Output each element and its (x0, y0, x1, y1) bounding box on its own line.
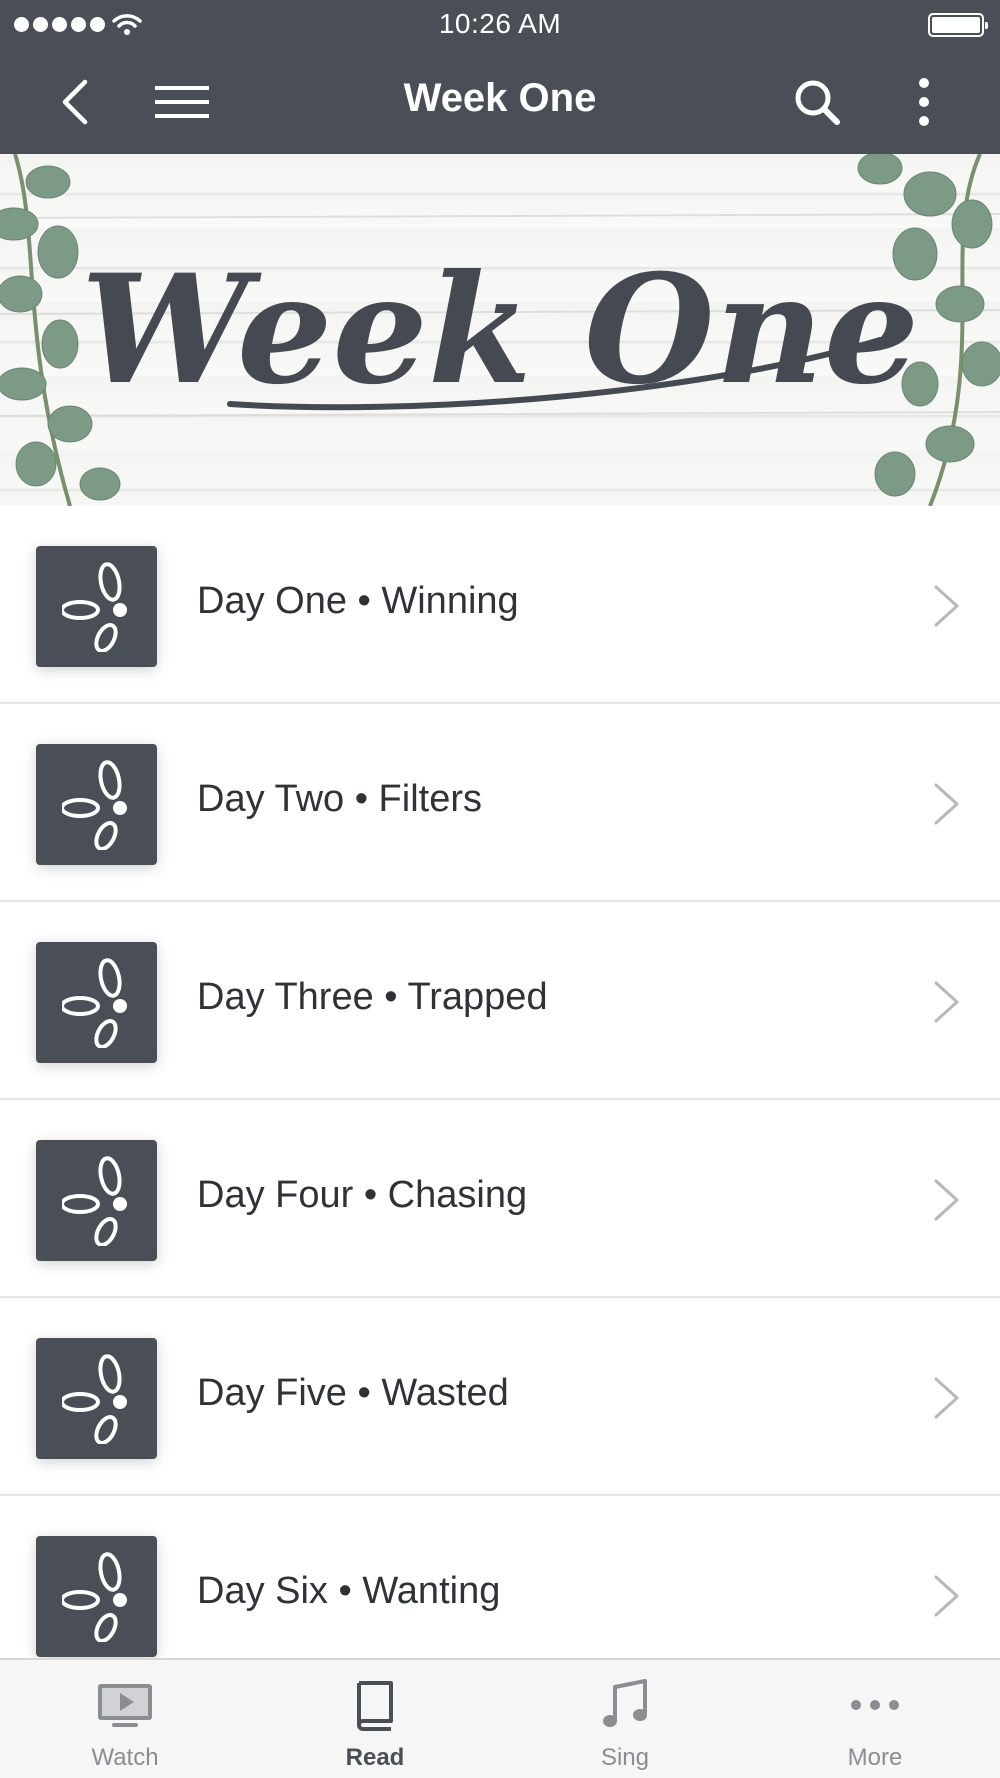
week-banner-image: Week One (0, 154, 1000, 506)
tab-bar: Watch Read Sing More (0, 1658, 1000, 1778)
chevron-left-icon (62, 79, 88, 125)
tab-label: Watch (91, 1744, 159, 1771)
tab-label: More (847, 1744, 903, 1771)
battery-icon (928, 13, 988, 37)
navigation-bar: Week One (0, 50, 1000, 154)
chevron-right-icon (934, 981, 959, 1023)
plan-logo-icon (36, 744, 157, 865)
list-item-label: Day Five • Wasted (197, 1372, 509, 1414)
plan-logo-icon (36, 1338, 157, 1459)
list-item[interactable]: Day Four • Chasing (0, 1100, 1000, 1298)
tv-play-icon (98, 1684, 152, 1727)
list-item-label: Day One • Winning (197, 580, 519, 622)
list-item[interactable]: Day Five • Wasted (0, 1298, 1000, 1496)
hamburger-menu-icon (155, 86, 209, 118)
tab-more[interactable]: More (750, 1660, 1000, 1778)
more-horizontal-icon (851, 1700, 899, 1710)
plan-logo-icon (36, 1140, 157, 1261)
back-button[interactable] (44, 72, 104, 132)
tab-label: Sing (600, 1744, 650, 1771)
more-options-button[interactable] (894, 72, 954, 132)
chevron-right-icon (934, 1575, 959, 1617)
plan-logo-icon (36, 1536, 157, 1657)
chevron-right-icon (934, 585, 959, 627)
tab-read[interactable]: Read (250, 1660, 500, 1778)
list-item-label: Day Four • Chasing (197, 1174, 528, 1216)
list-item[interactable]: Day One • Winning (0, 506, 1000, 704)
tab-sing[interactable]: Sing (500, 1660, 750, 1778)
list-item-label: Day Three • Trapped (197, 976, 548, 1018)
more-vertical-icon (919, 78, 929, 126)
list-item[interactable]: Day Three • Trapped (0, 902, 1000, 1100)
chevron-right-icon (934, 783, 959, 825)
tab-watch[interactable]: Watch (0, 1660, 250, 1778)
search-icon (795, 80, 840, 125)
chevron-right-icon (934, 1179, 959, 1221)
tab-label: Read (345, 1744, 405, 1771)
banner-title: Week One (81, 242, 919, 418)
chevron-right-icon (934, 1377, 959, 1419)
music-note-icon (603, 1679, 647, 1727)
status-time: 10:26 AM (438, 8, 562, 39)
search-button[interactable] (787, 72, 847, 132)
list-item-label: Day Two • Filters (197, 778, 482, 820)
plan-logo-icon (36, 942, 157, 1063)
day-list: Day One • Winning Day Two • Filters Day … (0, 506, 1000, 1694)
status-bar: 10:26 AM (0, 0, 1000, 50)
page-title: Week One (403, 76, 597, 120)
list-item[interactable]: Day Two • Filters (0, 704, 1000, 902)
list-item-label: Day Six • Wanting (197, 1570, 501, 1612)
book-icon (357, 1681, 393, 1731)
plan-logo-icon (36, 546, 157, 667)
menu-button[interactable] (152, 72, 212, 132)
